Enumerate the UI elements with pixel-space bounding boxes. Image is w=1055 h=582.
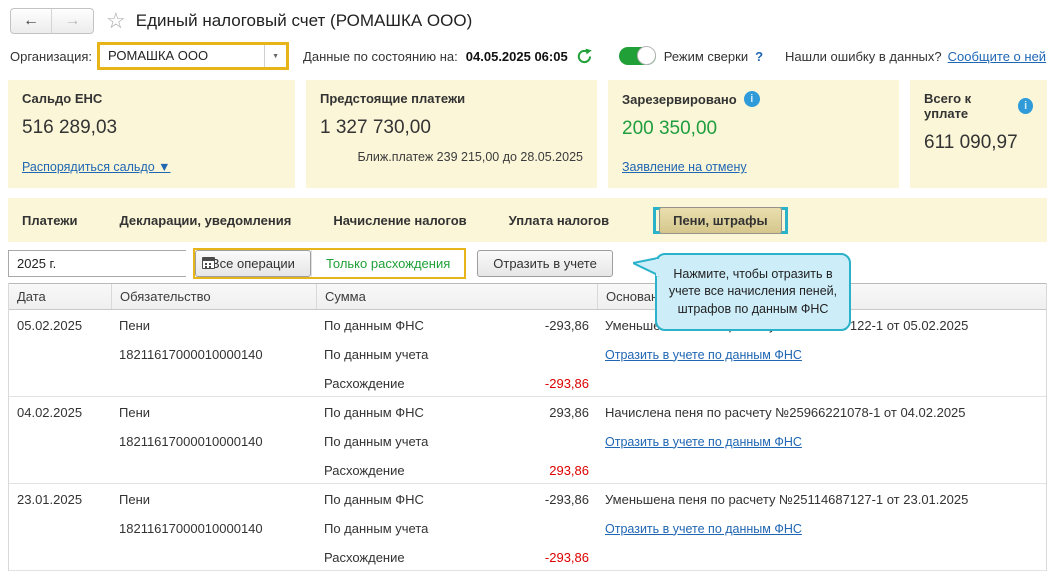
fns-label: По данным ФНС — [324, 405, 424, 420]
as-of-label: Данные по состоянию на: — [303, 49, 458, 64]
row-account: 18211617000010000140 — [111, 514, 316, 543]
card-upcoming-payments: Предстоящие платежи 1 327 730,00 Ближ.пл… — [306, 80, 597, 188]
tab-tax-accrual[interactable]: Начисление налогов — [333, 213, 466, 228]
card-title: Предстоящие платежи — [320, 91, 583, 106]
window-header: ← → ☆ Единый налоговый счет (РОМАШКА ООО… — [10, 7, 1047, 35]
row-obligation: Пени — [111, 398, 316, 427]
fns-label: По данным ФНС — [324, 492, 424, 507]
row-obligation: Пени — [111, 485, 316, 514]
table-row[interactable]: 04.02.2025 Пени 18211617000010000140 По … — [9, 397, 1046, 484]
calendar-icon — [202, 257, 215, 269]
only-discrepancies-button[interactable]: Только расхождения — [311, 250, 464, 277]
organization-value: РОМАШКА ООО — [100, 45, 264, 67]
card-amount: 611 090,97 — [924, 132, 1033, 154]
mode-toggle-label: Режим сверки — [664, 49, 748, 64]
col-sum[interactable]: Сумма — [316, 284, 597, 309]
reflect-row-link[interactable]: Отразить в учете по данным ФНС — [605, 522, 802, 536]
card-title: Всего к уплате — [924, 91, 1011, 121]
next-payment-note: Ближ.платеж 239 215,00 до 28.05.2025 — [358, 150, 583, 164]
page-title: Единый налоговый счет (РОМАШКА ООО) — [136, 11, 473, 31]
hint-tooltip: Нажмите, чтобы отразить в учете все начи… — [655, 253, 851, 331]
chevron-down-icon[interactable]: ▼ — [264, 45, 286, 67]
hint-tooltip-text: Нажмите, чтобы отразить в учете все начи… — [669, 267, 837, 316]
card-title: Зарезервировано — [622, 92, 737, 107]
table-header: Дата Обязательство Сумма Основание — [9, 283, 1046, 310]
row-account: 18211617000010000140 — [111, 427, 316, 456]
card-saldo: Сальдо ЕНС 516 289,03 Распорядиться саль… — [8, 80, 295, 188]
row-date: 05.02.2025 — [9, 311, 111, 340]
diff-value: -293,86 — [545, 550, 589, 565]
diff-value: -293,86 — [545, 376, 589, 391]
filter-row: Все операции Только расхождения Отразить… — [8, 248, 1047, 278]
help-question-icon[interactable]: ? — [755, 49, 763, 64]
reflect-row-link[interactable]: Отразить в учете по данным ФНС — [605, 435, 802, 449]
favorite-star-icon[interactable]: ☆ — [106, 10, 126, 32]
card-amount: 516 289,03 — [22, 117, 281, 139]
back-icon[interactable]: ← — [11, 9, 52, 33]
col-obligation[interactable]: Обязательство — [111, 284, 316, 309]
cancel-application-link[interactable]: Заявление на отмену — [622, 160, 747, 174]
info-icon[interactable]: i — [744, 91, 760, 107]
uchet-label: По данным учета — [324, 347, 428, 362]
refresh-icon[interactable] — [576, 48, 593, 65]
toggle-knob — [637, 46, 656, 65]
tab-payments[interactable]: Платежи — [22, 213, 77, 228]
info-icon[interactable]: i — [1018, 98, 1033, 114]
organization-label: Организация: — [10, 49, 92, 64]
card-title: Сальдо ЕНС — [22, 91, 281, 106]
row-reason: Уменьшена пеня по расчету №25114687127-1… — [597, 485, 1046, 514]
row-account: 18211617000010000140 — [111, 340, 316, 369]
uchet-label: По данным учета — [324, 521, 428, 536]
toolbar: Организация: РОМАШКА ООО ▼ Данные по сос… — [10, 42, 1047, 70]
forward-icon[interactable]: → — [52, 9, 93, 33]
card-amount: 1 327 730,00 — [320, 117, 583, 139]
diff-label: Расхождение — [324, 550, 405, 565]
reflect-in-accounting-button[interactable]: Отразить в учете — [477, 250, 613, 277]
summary-cards: Сальдо ЕНС 516 289,03 Распорядиться саль… — [8, 80, 1047, 188]
fns-value: -293,86 — [545, 492, 589, 507]
mode-toggle[interactable] — [619, 47, 656, 65]
table-row[interactable]: 23.01.2025 Пени 18211617000010000140 По … — [9, 484, 1046, 571]
col-date[interactable]: Дата — [9, 284, 111, 309]
period-filter — [8, 250, 186, 277]
report-error-link[interactable]: Сообщите о ней — [948, 49, 1046, 64]
organization-select[interactable]: РОМАШКА ООО ▼ — [97, 42, 289, 70]
fns-label: По данным ФНС — [324, 318, 424, 333]
penalties-table: Дата Обязательство Сумма Основание 05.02… — [8, 283, 1047, 571]
tab-declarations[interactable]: Декларации, уведомления — [119, 213, 291, 228]
row-date: 23.01.2025 — [9, 485, 111, 514]
operations-segment-highlight: Все операции Только расхождения — [193, 248, 466, 279]
active-tab-highlight: Пени, штрафы — [653, 207, 788, 234]
tabs-bar: Платежи Декларации, уведомления Начислен… — [8, 198, 1047, 242]
nav-buttons: ← → — [10, 8, 94, 34]
diff-label: Расхождение — [324, 463, 405, 478]
row-date: 04.02.2025 — [9, 398, 111, 427]
row-obligation: Пени — [111, 311, 316, 340]
tab-penalties-active[interactable]: Пени, штрафы — [659, 207, 782, 234]
card-reserved: Зарезервировано i 200 350,00 Заявление н… — [608, 80, 899, 188]
tab-tax-payment[interactable]: Уплата налогов — [509, 213, 609, 228]
dispose-saldo-link[interactable]: Распорядиться сальдо ▼ — [22, 160, 171, 174]
row-reason: Начислена пеня по расчету №25966221078-1… — [597, 398, 1046, 427]
table-row[interactable]: 05.02.2025 Пени 18211617000010000140 По … — [9, 310, 1046, 397]
fns-value: 293,86 — [549, 405, 589, 420]
period-input[interactable] — [9, 251, 201, 276]
card-total-due: Всего к уплате i 611 090,97 — [910, 80, 1047, 188]
as-of-value: 04.05.2025 06:05 — [466, 49, 568, 64]
reflect-row-link[interactable]: Отразить в учете по данным ФНС — [605, 348, 802, 362]
uchet-label: По данным учета — [324, 434, 428, 449]
error-prompt: Нашли ошибку в данных? — [785, 49, 942, 64]
card-amount: 200 350,00 — [622, 118, 885, 140]
diff-value: 293,86 — [549, 463, 589, 478]
diff-label: Расхождение — [324, 376, 405, 391]
fns-value: -293,86 — [545, 318, 589, 333]
